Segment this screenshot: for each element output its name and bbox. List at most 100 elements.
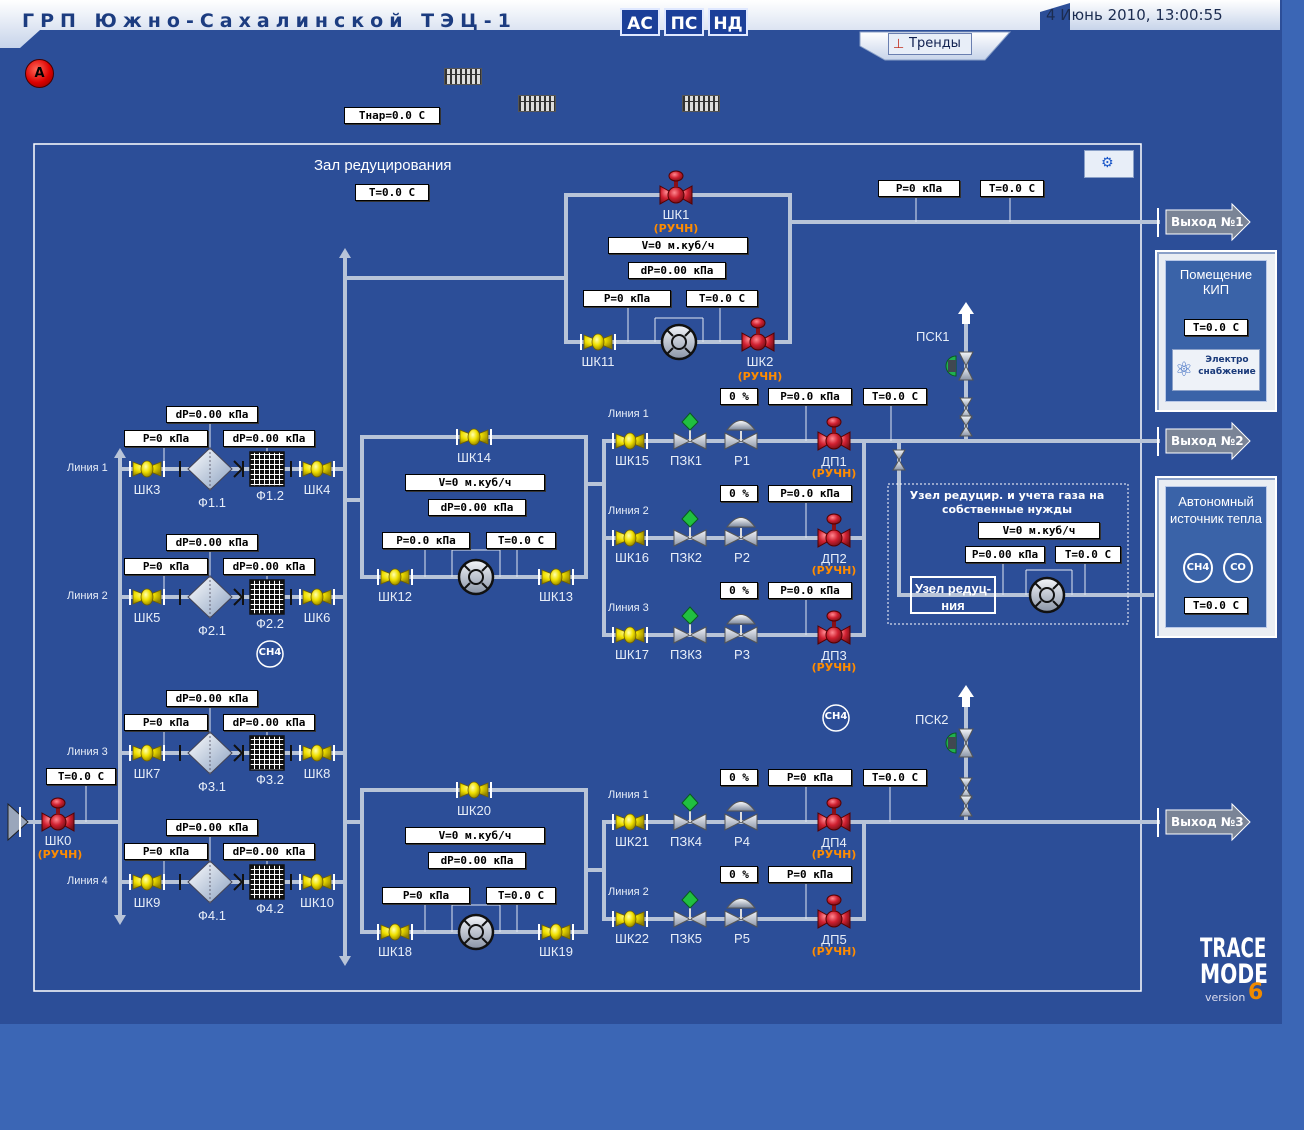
line-pressure: P=0.0 кПа <box>768 485 852 502</box>
own-needs-title: Узел редуцир. и учета газа на собственны… <box>909 489 1105 516</box>
regulator-opening: 0 % <box>720 582 758 599</box>
reduction-node-button[interactable]: Узел редуц-ния <box>910 576 996 614</box>
valve-шк19[interactable] <box>538 923 574 941</box>
power-label: Электро снабжение <box>1198 355 1256 377</box>
valve-шк8[interactable] <box>299 744 335 762</box>
trends-button[interactable]: ⊥ Тренды <box>888 33 972 55</box>
mode-button-as[interactable]: АС <box>620 8 660 36</box>
filter-pressure: P=0 кПа <box>124 430 208 447</box>
valve-label: ШК13 <box>539 589 573 604</box>
valve-шк6[interactable] <box>299 588 335 606</box>
filter-3-2 <box>242 864 292 900</box>
logo-version: version <box>1205 991 1246 1004</box>
filter-dp-total: dP=0.00 кПа <box>166 406 258 423</box>
bottom-strip <box>0 1024 1304 1130</box>
valve-psk1-isolation[interactable] <box>959 397 973 419</box>
kip-title: Помещение КИП <box>1179 267 1253 297</box>
line-label: Линия 1 <box>608 789 649 801</box>
meter-lower-dp: dP=0.00 кПа <box>428 852 526 869</box>
valve-dp3[interactable] <box>817 610 851 645</box>
keyboard-icon[interactable] <box>444 68 482 85</box>
valve-шк16[interactable] <box>612 529 648 547</box>
valve-shk0[interactable] <box>41 797 75 832</box>
pzk-4[interactable] <box>673 793 707 831</box>
exit-label-3: Выход №3 <box>1171 815 1244 829</box>
line-label: Линия 2 <box>608 505 649 517</box>
valve-label: ШК20 <box>457 803 491 818</box>
valve-шк10[interactable] <box>299 873 335 891</box>
power-supply-button[interactable]: ⚛ Электро снабжение <box>1172 349 1260 391</box>
valve-shk1[interactable] <box>659 170 693 205</box>
valve-шк17[interactable] <box>612 626 648 644</box>
trend-icon: ⊥ <box>893 37 905 52</box>
regulator-opening: 0 % <box>720 388 758 405</box>
meter-upper-pressure: P=0.0 кПа <box>382 532 470 549</box>
kip-panel: Помещение КИП T=0.0 C ⚛ Электро снабжени… <box>1155 250 1277 412</box>
mode-button-ps[interactable]: ПС <box>664 8 704 36</box>
regulator-label: Р1 <box>734 453 750 468</box>
valve-шк13[interactable] <box>538 568 574 586</box>
psk1-vent-arrow <box>958 302 974 324</box>
datetime: 4 Июнь 2010, 13:00:55 <box>1046 6 1223 24</box>
line-temp: T=0.0 C <box>863 388 927 405</box>
valve-psk2-isolation-2[interactable] <box>959 795 973 817</box>
valve-шк7[interactable] <box>129 744 165 762</box>
meter-lower-pressure: P=0 кПа <box>382 887 470 904</box>
valve-шк21[interactable] <box>612 813 648 831</box>
keyboard-icon[interactable] <box>518 95 556 112</box>
valve-шк22[interactable] <box>612 910 648 928</box>
alarm-button[interactable]: A <box>25 59 54 88</box>
valve-шк9[interactable] <box>129 873 165 891</box>
valve-dp1[interactable] <box>817 416 851 451</box>
pzk-3[interactable] <box>673 606 707 644</box>
valve-шк12[interactable] <box>377 568 413 586</box>
regulator-4[interactable] <box>724 801 758 831</box>
meter-upper-temp: T=0.0 C <box>486 532 556 549</box>
keyboard-icon[interactable] <box>682 95 720 112</box>
valve-label-shk11: ШК11 <box>581 354 615 369</box>
valve-psk1-isolation-2[interactable] <box>959 415 973 437</box>
manual-mode: (РУЧН) <box>811 564 857 577</box>
own-needs-temp: T=0.0 C <box>1055 546 1121 563</box>
pzk-1[interactable] <box>673 412 707 450</box>
manual-mode-shk1: (РУЧН) <box>653 222 699 235</box>
safety-valve-psk1[interactable] <box>945 351 974 381</box>
settings-button[interactable]: ⚙ <box>1084 150 1134 178</box>
pzk-5[interactable] <box>673 890 707 928</box>
valve-шк14[interactable] <box>456 428 492 446</box>
valve-shk11[interactable] <box>580 333 616 351</box>
regulator-3[interactable] <box>724 614 758 644</box>
safety-valve-psk2[interactable] <box>945 728 974 758</box>
valve-psk2-isolation[interactable] <box>959 777 973 799</box>
valve-dp2[interactable] <box>817 513 851 548</box>
regulator-2[interactable] <box>724 517 758 547</box>
valve-шк15[interactable] <box>612 432 648 450</box>
valve-шк5[interactable] <box>129 588 165 606</box>
line-label: Линия 1 <box>67 462 108 474</box>
top-temp: T=0.0 C <box>686 290 758 307</box>
power-icon: ⚛ <box>1175 357 1193 381</box>
regulator-1[interactable] <box>724 420 758 450</box>
valve-шк4[interactable] <box>299 460 335 478</box>
line-label: Линия 2 <box>67 590 108 602</box>
psk2-vent-arrow <box>958 685 974 707</box>
filter-dp-total: dP=0.00 кПа <box>166 534 258 551</box>
pzk-2[interactable] <box>673 509 707 547</box>
valve-label: ШК6 <box>303 610 331 625</box>
exit-label-1: Выход №1 <box>1171 215 1244 229</box>
valve-dp4[interactable] <box>817 797 851 832</box>
valve-dp5[interactable] <box>817 894 851 929</box>
valve-шк18[interactable] <box>377 923 413 941</box>
co-sensor-heat: CO <box>1223 553 1253 583</box>
valve-own-needs[interactable] <box>892 449 906 471</box>
regulator-5[interactable] <box>724 898 758 928</box>
filter-pressure: P=0 кПа <box>124 558 208 575</box>
valve-шк20[interactable] <box>456 781 492 799</box>
filter-0-1 <box>179 447 244 491</box>
meter-upper-flowmeter <box>457 558 495 596</box>
valve-шк3[interactable] <box>129 460 165 478</box>
valve-shk2[interactable] <box>741 317 775 352</box>
filter-pressure: P=0 кПа <box>124 714 208 731</box>
filter-2-2 <box>242 735 292 771</box>
mode-button-nd[interactable]: НД <box>708 8 748 36</box>
